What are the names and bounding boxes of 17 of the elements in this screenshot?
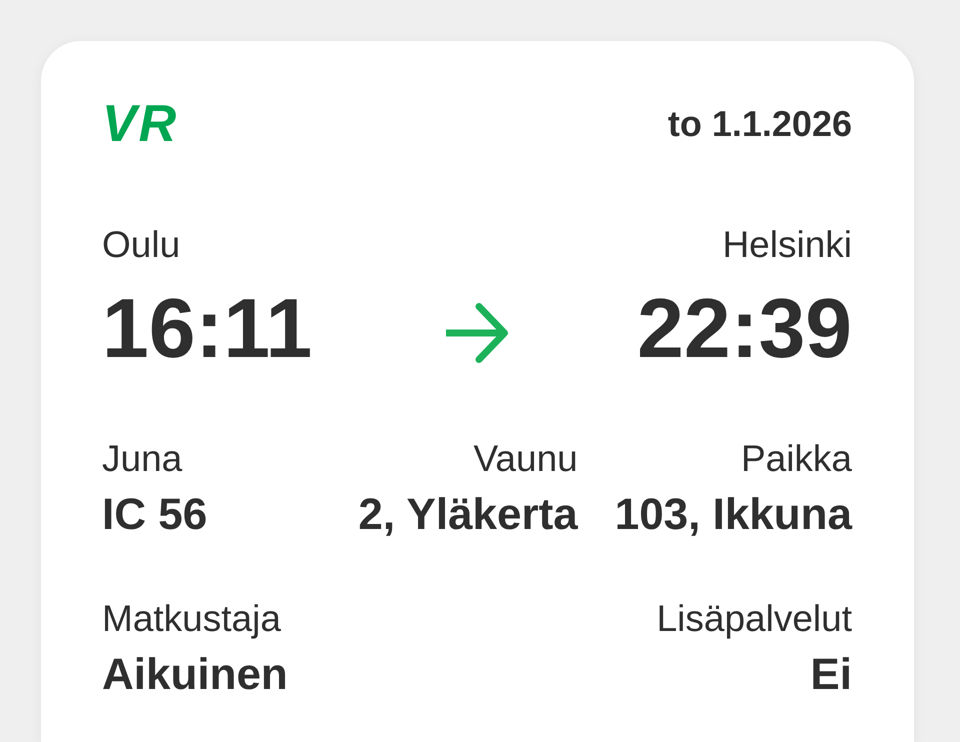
field-label: Juna [102, 436, 182, 481]
departure-station: Oulu [102, 223, 180, 267]
brand-logo: VR [102, 98, 178, 150]
arrow-right-icon [446, 302, 508, 363]
arrival-time: 22:39 [637, 282, 852, 375]
field-label: Vaunu [473, 436, 578, 481]
field-value: Aikuinen [102, 649, 288, 702]
field-value: 103, Ikkuna [614, 489, 852, 542]
field-label: Paikka [740, 436, 852, 481]
field-value: 2, Yläkerta [358, 489, 578, 542]
field-value: Ei [810, 649, 852, 702]
field-label: Matkustaja [102, 596, 281, 641]
travel-date: to 1.1.2026 [668, 102, 852, 146]
field-label: Lisäpalvelut [656, 596, 852, 641]
departure-time: 16:11 [102, 282, 312, 375]
field-value: IC 56 [102, 489, 208, 542]
arrival-station: Helsinki [722, 223, 852, 267]
